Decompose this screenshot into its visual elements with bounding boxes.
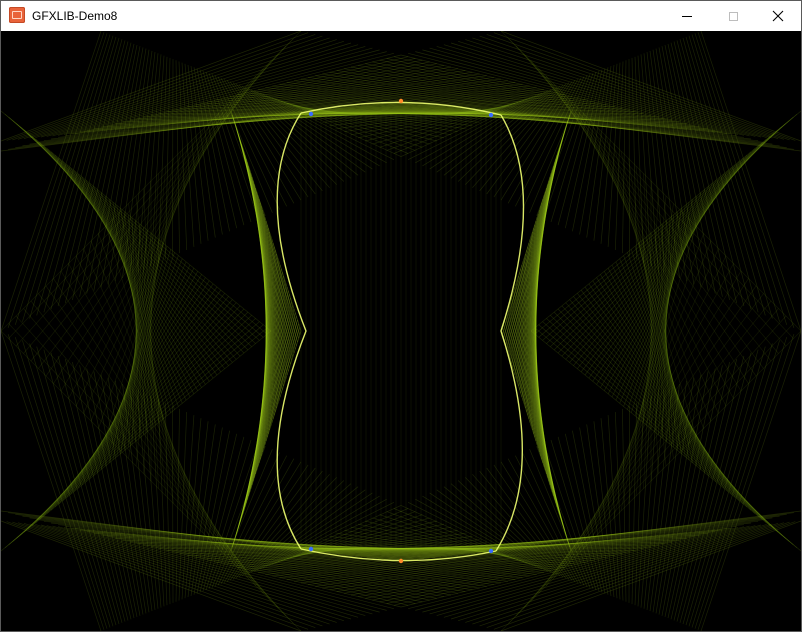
line-family [1, 110, 272, 552]
line-family [300, 113, 502, 549]
line-family [530, 110, 801, 552]
window-title: GFXLIB-Demo8 [32, 9, 118, 23]
maximize-button[interactable] [710, 1, 756, 31]
accent-point [398, 98, 404, 104]
maximize-icon [728, 11, 738, 21]
accent-point [308, 111, 314, 117]
accent-point [488, 112, 494, 118]
close-button[interactable] [755, 1, 801, 31]
close-icon [772, 10, 784, 22]
minimize-button[interactable] [664, 1, 710, 31]
app-window: GFXLIB-Demo8 [0, 0, 802, 632]
gfxlib-app-icon[interactable] [9, 7, 25, 23]
accent-point [308, 546, 314, 552]
accent-point [398, 558, 404, 564]
title-bar[interactable]: GFXLIB-Demo8 [1, 1, 801, 31]
render-canvas[interactable] [1, 31, 801, 631]
accent-point [488, 548, 494, 554]
line-art [1, 31, 801, 631]
minimize-icon [682, 15, 692, 17]
